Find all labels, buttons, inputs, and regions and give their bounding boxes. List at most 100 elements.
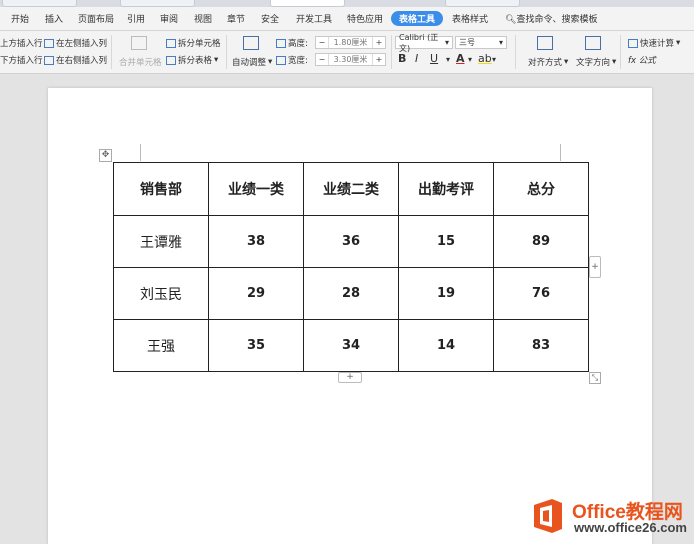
doc-tab[interactable] bbox=[445, 0, 520, 7]
font-size-select[interactable]: 三号 ▾ bbox=[455, 36, 507, 49]
split-cells-button[interactable]: 拆分单元格 bbox=[166, 37, 221, 49]
insert-row-above-button[interactable]: 上方插入行 bbox=[0, 37, 43, 49]
menu-table-tools[interactable]: 表格工具 bbox=[391, 11, 444, 26]
table-cell[interactable]: 14 bbox=[398, 319, 494, 372]
split-table-button[interactable]: 拆分表格 ▾ bbox=[166, 54, 218, 66]
table-move-handle[interactable]: ✥ bbox=[99, 149, 112, 162]
font-color-button[interactable]: A bbox=[456, 52, 465, 65]
chevron-down-icon[interactable]: ▾ bbox=[446, 55, 450, 64]
bold-button[interactable]: B bbox=[398, 52, 406, 65]
split-cells-icon bbox=[166, 38, 176, 48]
width-value[interactable]: 3.30厘米 bbox=[328, 54, 373, 65]
width-stepper[interactable]: − 3.30厘米 + bbox=[315, 53, 386, 66]
table-cell[interactable]: 36 bbox=[303, 215, 399, 268]
chevron-down-icon: ▾ bbox=[268, 57, 273, 67]
chevron-down-icon[interactable]: ▾ bbox=[492, 55, 496, 64]
table-cell[interactable]: 王强 bbox=[113, 319, 209, 372]
insert-col-right-icon bbox=[44, 55, 54, 65]
table-cell[interactable]: 王谭雅 bbox=[113, 215, 209, 268]
menu-security[interactable]: 安全 bbox=[261, 12, 279, 25]
table-cell[interactable]: 35 bbox=[208, 319, 304, 372]
text-direction-button[interactable]: 文字方向 ▾ bbox=[576, 56, 616, 68]
font-size-value: 三号 bbox=[459, 38, 475, 47]
menu-chapter[interactable]: 章节 bbox=[227, 12, 245, 25]
table-cell[interactable]: 刘玉民 bbox=[113, 267, 209, 320]
width-decrease-button[interactable]: − bbox=[316, 55, 328, 64]
table-cell[interactable]: 28 bbox=[303, 267, 399, 320]
height-value[interactable]: 1.80厘米 bbox=[328, 37, 373, 48]
divider bbox=[391, 35, 392, 69]
split-table-icon bbox=[166, 55, 176, 65]
auto-fit-button[interactable]: 自动调整 ▾ bbox=[232, 56, 272, 68]
menu-home[interactable]: 开始 bbox=[11, 12, 29, 25]
width-increase-button[interactable]: + bbox=[373, 55, 385, 64]
table-resize-handle[interactable]: ⤡ bbox=[589, 372, 601, 384]
insert-row-below-label: 下方插入行 bbox=[0, 56, 43, 66]
insert-col-right-label: 在右侧插入列 bbox=[56, 56, 108, 66]
merge-cells-label: 合并单元格 bbox=[119, 58, 162, 68]
table-header-cell[interactable]: 出勤考评 bbox=[398, 162, 494, 216]
doc-tab[interactable] bbox=[120, 0, 195, 7]
row-height-icon bbox=[276, 38, 286, 48]
menu-insert[interactable]: 插入 bbox=[45, 12, 63, 25]
height-increase-button[interactable]: + bbox=[373, 38, 385, 47]
doc-tab[interactable] bbox=[2, 0, 77, 7]
formula-button[interactable]: fx 公式 bbox=[628, 54, 656, 66]
chevron-down-icon: ▾ bbox=[444, 38, 449, 47]
watermark-url: www.office26.com bbox=[574, 520, 687, 535]
search-command[interactable]: 🔍︎查找命令、搜索模板 bbox=[505, 12, 597, 25]
merge-cells-button[interactable]: 合并单元格 bbox=[119, 56, 162, 68]
menu-view[interactable]: 视图 bbox=[194, 12, 212, 25]
menu-review[interactable]: 审阅 bbox=[160, 12, 178, 25]
insert-col-left-label: 在左侧插入列 bbox=[56, 39, 108, 49]
table-cell[interactable]: 15 bbox=[398, 215, 494, 268]
menu-references[interactable]: 引用 bbox=[127, 12, 145, 25]
table-row: 王强 35 34 14 83 bbox=[113, 319, 589, 372]
menu-page-layout[interactable]: 页面布局 bbox=[78, 12, 114, 25]
table-cell[interactable]: 34 bbox=[303, 319, 399, 372]
chevron-down-icon: ▾ bbox=[214, 55, 219, 65]
divider bbox=[515, 35, 516, 69]
height-label: 高度: bbox=[276, 37, 308, 49]
table-cell[interactable]: 29 bbox=[208, 267, 304, 320]
doc-tab[interactable] bbox=[270, 0, 345, 7]
add-row-button[interactable]: + bbox=[338, 372, 362, 383]
table-cell[interactable]: 38 bbox=[208, 215, 304, 268]
font-name-select[interactable]: Calibri (正文) ▾ bbox=[395, 33, 453, 53]
align-button[interactable]: 对齐方式 ▾ bbox=[528, 56, 568, 68]
document-tab-strip bbox=[0, 0, 694, 7]
table-cell[interactable]: 76 bbox=[493, 267, 589, 320]
table-cell[interactable]: 19 bbox=[398, 267, 494, 320]
ribbon-menu: 开始 插入 页面布局 引用 审阅 视图 章节 安全 开发工具 特色应用 表格工具… bbox=[0, 7, 694, 31]
italic-button[interactable]: I bbox=[415, 52, 418, 65]
table-header-cell[interactable]: 业绩一类 bbox=[208, 162, 304, 216]
table-header-cell[interactable]: 业绩二类 bbox=[303, 162, 399, 216]
table-header-cell[interactable]: 总分 bbox=[493, 162, 589, 216]
align-label: 对齐方式 bbox=[528, 58, 563, 68]
table-cell[interactable]: 89 bbox=[493, 215, 589, 268]
divider bbox=[620, 35, 621, 69]
add-column-button[interactable]: + bbox=[589, 256, 601, 278]
table-header-cell[interactable]: 销售部 bbox=[113, 162, 209, 216]
menu-special[interactable]: 特色应用 bbox=[347, 12, 383, 25]
height-decrease-button[interactable]: − bbox=[316, 38, 328, 47]
align-icon bbox=[537, 36, 553, 50]
insert-col-left-button[interactable]: 在左侧插入列 bbox=[44, 37, 107, 49]
insert-row-below-button[interactable]: 下方插入行 bbox=[0, 54, 43, 66]
text-direction-label: 文字方向 bbox=[576, 58, 611, 68]
highlight-button[interactable]: ab bbox=[478, 52, 492, 65]
width-label: 宽度: bbox=[276, 54, 308, 66]
insert-col-right-button[interactable]: 在右侧插入列 bbox=[44, 54, 107, 66]
height-label-text: 高度: bbox=[288, 39, 308, 49]
table-cell[interactable]: 83 bbox=[493, 319, 589, 372]
height-stepper[interactable]: − 1.80厘米 + bbox=[315, 36, 386, 49]
table-header-row: 销售部 业绩一类 业绩二类 出勤考评 总分 bbox=[113, 162, 589, 216]
quick-calc-button[interactable]: 快速计算 ▾ bbox=[628, 37, 680, 49]
chevron-down-icon[interactable]: ▾ bbox=[468, 55, 472, 64]
menu-table-style[interactable]: 表格样式 bbox=[452, 12, 488, 25]
menu-developer[interactable]: 开发工具 bbox=[296, 12, 332, 25]
underline-button[interactable]: U bbox=[430, 52, 438, 65]
insert-col-left-icon bbox=[44, 38, 54, 48]
width-label-text: 宽度: bbox=[288, 56, 308, 66]
office-logo-icon bbox=[534, 499, 562, 533]
